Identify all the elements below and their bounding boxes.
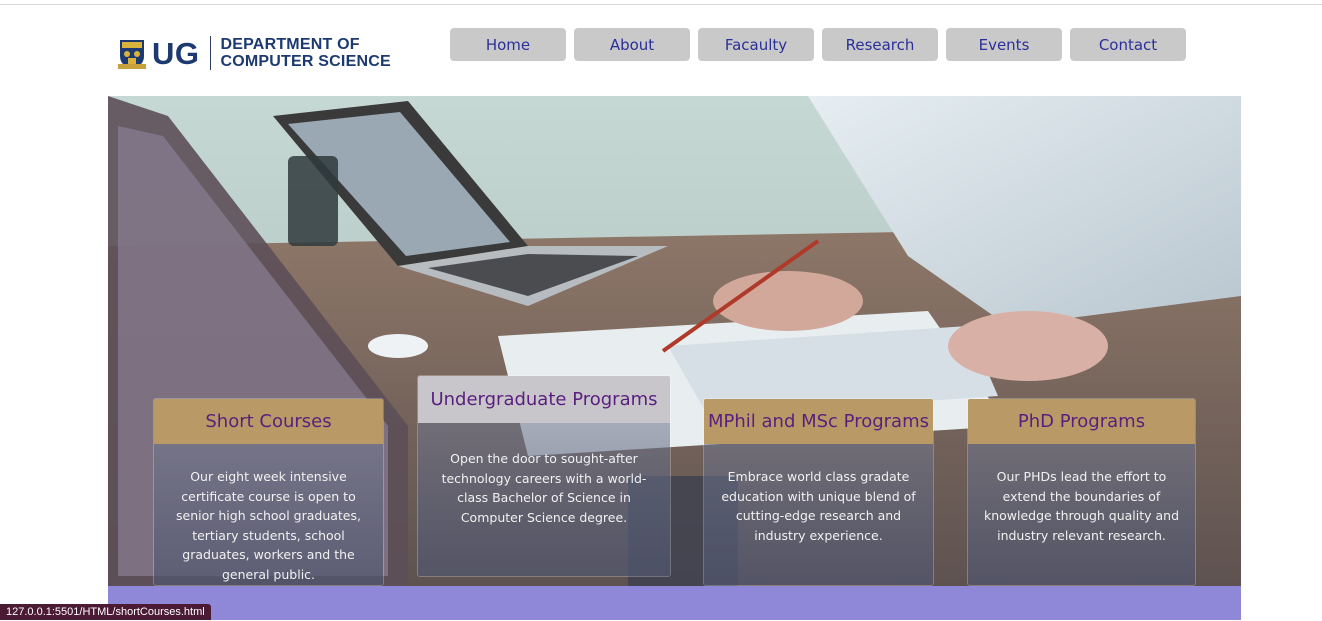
logo-dept-line1: DEPARTMENT OF xyxy=(220,36,360,53)
main-nav: Home About Facaulty Research Events Cont… xyxy=(450,28,1186,61)
logo-dept-line2: COMPUTER SCIENCE xyxy=(220,53,391,70)
program-card-mphil-msc[interactable]: MPhil and MSc Programs Embrace world cla… xyxy=(703,398,934,586)
card-description: Embrace world class gradate education wi… xyxy=(704,444,933,585)
program-card-phd[interactable]: PhD Programs Our PHDs lead the effort to… xyxy=(967,398,1196,586)
card-title[interactable]: Undergraduate Programs xyxy=(418,376,670,423)
nav-research-button[interactable]: Research xyxy=(822,28,938,61)
nav-about-button[interactable]: About xyxy=(574,28,690,61)
nav-contact-button[interactable]: Contact xyxy=(1070,28,1186,61)
hero-banner: Short Courses Our eight week intensive c… xyxy=(108,96,1241,586)
card-title[interactable]: PhD Programs xyxy=(968,399,1195,444)
top-divider xyxy=(0,4,1322,5)
logo-divider xyxy=(209,36,211,70)
logo-ug-text: UG xyxy=(152,35,200,71)
card-title[interactable]: Short Courses xyxy=(154,399,383,444)
card-description: Open the door to sought-after technology… xyxy=(418,423,670,576)
program-card-short-courses[interactable]: Short Courses Our eight week intensive c… xyxy=(153,398,384,586)
card-description: Our PHDs lead the effort to extend the b… xyxy=(968,444,1195,585)
site-logo[interactable]: UG DEPARTMENT OF COMPUTER SCIENCE xyxy=(118,34,391,72)
university-crest-icon xyxy=(118,36,146,70)
nav-faculty-button[interactable]: Facaulty xyxy=(698,28,814,61)
card-description: Our eight week intensive certificate cou… xyxy=(154,444,383,585)
nav-home-button[interactable]: Home xyxy=(450,28,566,61)
status-bar-url: 127.0.0.1:5501/HTML/shortCourses.html xyxy=(0,604,211,620)
program-card-undergraduate[interactable]: Undergraduate Programs Open the door to … xyxy=(417,375,671,577)
nav-events-button[interactable]: Events xyxy=(946,28,1062,61)
logo-department-text: DEPARTMENT OF COMPUTER SCIENCE xyxy=(221,36,391,70)
footer-band xyxy=(108,586,1241,620)
card-title[interactable]: MPhil and MSc Programs xyxy=(704,399,933,444)
